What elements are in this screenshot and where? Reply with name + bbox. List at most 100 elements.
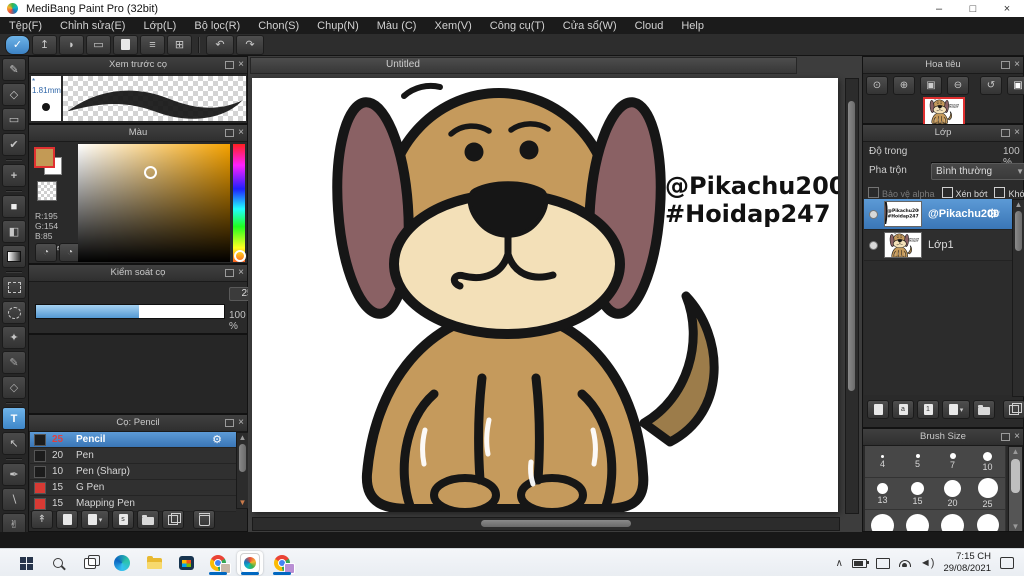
fit-screen-button[interactable]: ▣ (920, 76, 942, 95)
undo-button[interactable]: ↶ (206, 34, 234, 55)
tool-move[interactable]: + (2, 164, 26, 187)
scroll-down-icon[interactable]: ▼ (1009, 522, 1022, 531)
tool-lasso[interactable] (2, 301, 26, 324)
brush-size-scrollbar[interactable]: ▲ ▼ (1008, 446, 1023, 531)
brush-row-pen[interactable]: 20 Pen (30, 448, 236, 464)
zoom-out-button[interactable]: ⊖ (947, 76, 969, 95)
v-scroll-thumb[interactable] (848, 101, 855, 391)
message-button[interactable]: ▭ (86, 34, 111, 55)
palette-button[interactable]: ◔ (35, 243, 57, 262)
popout-icon[interactable] (1001, 129, 1011, 137)
add-layer-menu-button[interactable]: ▾ (942, 400, 970, 419)
size-option-20[interactable]: 20 (935, 478, 971, 510)
close-panel-icon[interactable]: × (238, 128, 244, 138)
brush-row-pencil[interactable]: 25 Pencil ⚙ (30, 432, 236, 448)
layer-visibility-icon[interactable] (869, 209, 878, 219)
layer-row-signature[interactable]: @Pikachu2009 ⚙ (864, 199, 1012, 230)
grid-settings-button[interactable]: ⊞ (167, 34, 192, 55)
popout-icon[interactable] (1001, 61, 1011, 69)
scroll-up-icon[interactable]: ▲ (1009, 447, 1022, 457)
notification-center-icon[interactable] (1000, 557, 1014, 569)
chrome-window-2-button[interactable] (269, 551, 295, 575)
canvas-vertical-scrollbar[interactable] (845, 78, 859, 514)
start-button[interactable] (13, 551, 39, 575)
brush-cloud-button[interactable]: ↟ (31, 510, 53, 529)
drawing-canvas[interactable] (252, 78, 838, 512)
popout-icon[interactable] (225, 129, 235, 137)
battery-icon[interactable] (851, 558, 869, 568)
navigator-thumbnail[interactable] (923, 97, 965, 127)
popout-icon[interactable] (1001, 433, 1011, 441)
menu-color[interactable]: Màu (C) (368, 20, 426, 32)
menu-file[interactable]: Tệp(F) (0, 20, 51, 32)
close-button[interactable]: × (990, 0, 1024, 17)
cast-screen-icon[interactable] (875, 557, 890, 569)
tool-select-eraser[interactable]: ◇ (2, 376, 26, 399)
transparent-color-swatch[interactable] (37, 181, 57, 201)
add-brush-menu-button[interactable]: ▾ (81, 510, 109, 529)
tool-magic-wand[interactable]: ✦ (2, 326, 26, 349)
redo-button[interactable]: ↷ (236, 34, 264, 55)
scrollbar-thumb[interactable] (1015, 211, 1022, 251)
close-panel-icon[interactable]: × (238, 418, 244, 428)
scrollbar-thumb[interactable] (239, 444, 246, 472)
size-option-7[interactable]: 7 (935, 446, 971, 478)
layer-folder-button[interactable] (973, 400, 995, 419)
layer-visibility-icon[interactable] (869, 240, 878, 250)
tool-control-point[interactable]: ✔ (2, 133, 26, 156)
hue-slider[interactable] (233, 144, 246, 262)
tool-pen-nib[interactable]: ✒ (2, 463, 26, 486)
publish-button[interactable]: ↥ (32, 34, 57, 55)
layer-row-lop1[interactable]: Lớp1 (864, 230, 1012, 261)
list-button[interactable]: ≡ (140, 34, 165, 55)
scroll-up-icon[interactable]: ▲ (237, 433, 248, 443)
brush-folder-button[interactable] (137, 510, 159, 529)
task-view-button[interactable] (77, 551, 103, 575)
duplicate-layer-button[interactable] (1003, 400, 1024, 419)
tool-bucket[interactable]: ◧ (2, 220, 26, 243)
maximize-button[interactable]: □ (956, 0, 990, 17)
layer-settings-gear-icon[interactable]: ⚙ (986, 206, 998, 222)
scrollbar-thumb[interactable] (1011, 459, 1020, 493)
tool-shape-brush[interactable]: ▭ (2, 108, 26, 131)
new-layer-button[interactable] (867, 400, 889, 419)
script-brush-button[interactable]: s (112, 510, 134, 529)
edge-button[interactable] (109, 551, 135, 575)
duplicate-brush-button[interactable] (162, 510, 184, 529)
canvas-horizontal-scrollbar[interactable] (252, 517, 840, 531)
size-option-large[interactable] (970, 510, 1006, 531)
tool-select-pen[interactable]: ✎ (2, 351, 26, 374)
menu-select[interactable]: Chọn(S) (249, 20, 308, 32)
size-option-15[interactable]: 15 (900, 478, 936, 510)
medibang-taskbar-button[interactable] (237, 551, 263, 575)
menu-filter[interactable]: Bộ lọc(R) (185, 20, 249, 32)
scroll-down-icon[interactable]: ▼ (237, 498, 248, 508)
chrome-window-1-button[interactable] (205, 551, 231, 575)
size-option-large[interactable] (935, 510, 971, 531)
menu-snap[interactable]: Chụp(N) (308, 20, 368, 32)
scroll-up-icon[interactable]: ▲ (1013, 200, 1024, 210)
size-option-large[interactable] (865, 510, 901, 531)
hidden-icons-chevron[interactable]: ∧ (836, 558, 843, 569)
close-panel-icon[interactable]: × (1014, 128, 1020, 138)
add-brush-button[interactable] (56, 510, 78, 529)
store-button[interactable] (173, 551, 199, 575)
size-option-10[interactable]: 10 (970, 446, 1006, 478)
delete-brush-button[interactable] (193, 510, 215, 529)
saturation-value-picker[interactable] (78, 144, 230, 262)
foreground-color-swatch[interactable] (34, 147, 55, 168)
popout-icon[interactable] (225, 61, 235, 69)
menu-tools[interactable]: Công cụ(T) (481, 20, 554, 32)
size-option-25[interactable]: 25 (970, 478, 1006, 510)
menu-help[interactable]: Help (672, 20, 713, 32)
tool-eyedropper[interactable]: ∖ (2, 488, 26, 511)
close-panel-icon[interactable]: × (238, 60, 244, 70)
tool-eraser[interactable]: ◇ (2, 83, 26, 106)
menu-view[interactable]: Xem(V) (425, 20, 480, 32)
zoom-in-button[interactable]: ⊕ (893, 76, 915, 95)
size-option-4[interactable]: 4 (865, 446, 901, 478)
comment-bubble-button[interactable]: ◗ (59, 34, 84, 55)
popout-icon[interactable] (225, 269, 235, 277)
reset-view-button[interactable]: ▣ (1007, 76, 1024, 95)
new-1bit-layer-button[interactable]: 1 (917, 400, 939, 419)
